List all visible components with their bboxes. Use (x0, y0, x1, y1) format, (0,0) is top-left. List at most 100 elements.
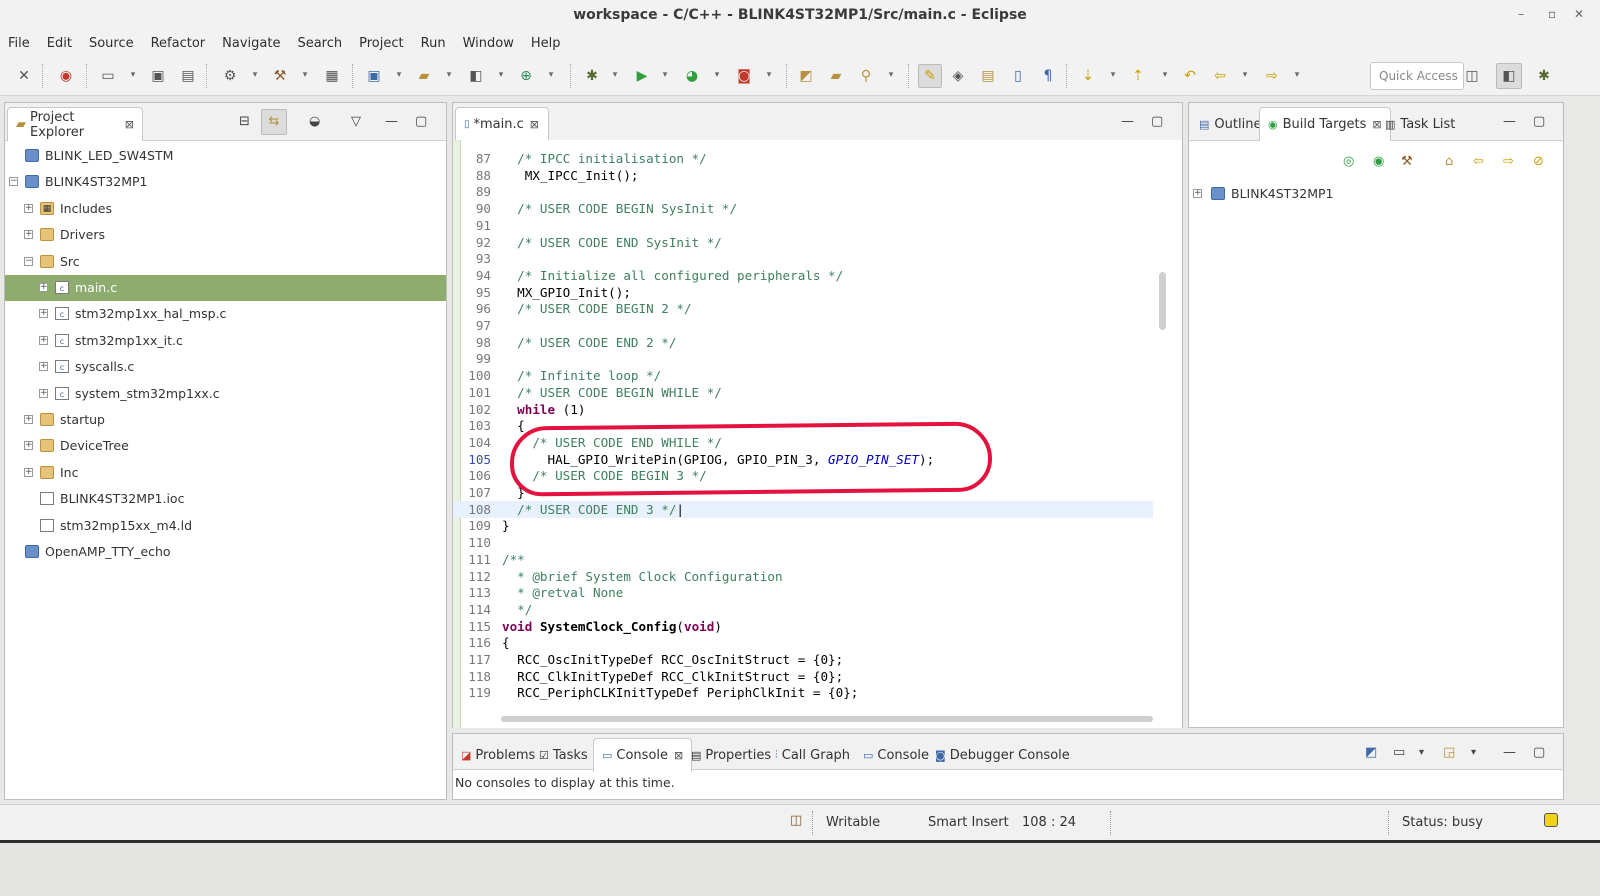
filters-icon[interactable]: ◒ (309, 115, 320, 129)
debug-perspective-icon[interactable]: ✱ (1536, 68, 1552, 84)
tree-item[interactable]: BLINK_LED_SW4STM (5, 143, 446, 169)
tree-item[interactable]: + c system_stm32mp1xx.c (5, 381, 446, 407)
new-file-icon[interactable]: ⊕ (518, 68, 534, 84)
menu-help[interactable]: Help (531, 36, 561, 51)
link-with-editor-icon[interactable]: ⇆ (261, 109, 287, 135)
chevron-down-icon[interactable]: ▾ (546, 70, 556, 82)
code-line[interactable]: 87 /* IPCC initialisation */ (453, 150, 1153, 167)
minimize-view-icon[interactable]: — (1503, 746, 1516, 760)
close-icon[interactable]: ⊠ (674, 749, 683, 762)
tree-item[interactable]: + c stm32mp1xx_it.c (5, 328, 446, 354)
vertical-scrollbar[interactable] (1159, 272, 1166, 330)
tree-item[interactable]: − Src (5, 249, 446, 275)
menu-search[interactable]: Search (297, 36, 342, 51)
chevron-down-icon[interactable]: ▾ (394, 70, 404, 82)
tree-item[interactable]: stm32mp15xx_m4.ld (5, 513, 446, 539)
chevron-down-icon[interactable]: ▾ (610, 70, 620, 82)
tab-properties[interactable]: ▤ Properties (683, 738, 779, 772)
close-window-button[interactable]: ✕ (1574, 0, 1584, 30)
search-icon[interactable]: ⚲ (858, 68, 874, 84)
progress-indicator-icon[interactable] (1544, 813, 1558, 827)
expand-icon[interactable]: + (39, 388, 48, 398)
new-folder-icon[interactable]: ▰ (416, 68, 432, 84)
view-menu-icon[interactable]: ▽ (351, 115, 361, 129)
code-line[interactable]: 115 void SystemClock_Config(void) (453, 618, 1153, 635)
tab-console-2[interactable]: ▭ Console (855, 738, 937, 772)
code-line[interactable]: 119 RCC_PeriphCLKInitTypeDef PeriphClkIn… (453, 684, 1153, 701)
tab-project-explorer[interactable]: ▰ Project Explorer ⊠ (7, 107, 143, 141)
minimize-view-icon[interactable]: — (1503, 115, 1516, 129)
menu-navigate[interactable]: Navigate (222, 36, 280, 51)
new-c-project-icon[interactable]: ▣ (366, 68, 382, 84)
open-perspective-icon[interactable]: ◫ (1464, 68, 1480, 84)
expand-icon[interactable]: + (39, 362, 48, 372)
menu-project[interactable]: Project (359, 36, 403, 51)
chevron-down-icon[interactable]: ▾ (1292, 70, 1302, 82)
pilcrow-icon[interactable]: ¶ (1040, 68, 1056, 84)
collapse-icon[interactable]: − (9, 177, 18, 187)
code-line[interactable]: 95 MX_GPIO_Init(); (453, 284, 1153, 301)
tab-tasks[interactable]: ☑ Tasks (531, 738, 596, 772)
code-editor[interactable]: 87 /* IPCC initialisation */88 MX_IPCC_I… (453, 140, 1182, 728)
code-line[interactable]: 112 * @brief System Clock Configuration (453, 568, 1153, 585)
mark-occurrences-icon[interactable]: ✎ (918, 64, 942, 88)
chevron-down-icon[interactable]: ▾ (444, 70, 454, 82)
chevron-down-icon[interactable]: ▾ (712, 70, 722, 82)
code-line[interactable]: 109} (453, 517, 1153, 534)
display-console-icon[interactable]: ▭ (1393, 746, 1405, 760)
code-line[interactable]: 117 RCC_OscInitTypeDef RCC_OscInitStruct… (453, 651, 1153, 668)
code-line[interactable]: 98 /* USER CODE END 2 */ (453, 334, 1153, 351)
build-hammer-icon[interactable]: ⚒ (1401, 155, 1413, 169)
menu-run[interactable]: Run (421, 36, 446, 51)
build-target-icon[interactable]: ◎ (1343, 155, 1354, 169)
code-line[interactable]: 93 (453, 250, 1153, 267)
tab-build-targets[interactable]: ◉ Build Targets ⊠ (1259, 107, 1391, 141)
new-class-icon[interactable]: ◧ (468, 68, 484, 84)
code-line[interactable]: 102 while (1) (453, 401, 1153, 418)
close-icon[interactable]: ⊠ (530, 118, 539, 131)
forward-icon[interactable]: ⇨ (1264, 68, 1280, 84)
home-icon[interactable]: ⌂ (1445, 155, 1453, 169)
code-line[interactable]: 118 RCC_ClkInitTypeDef RCC_ClkInitStruct… (453, 668, 1153, 685)
maximize-view-icon[interactable]: ▢ (1151, 115, 1163, 129)
collapse-icon[interactable]: − (24, 256, 33, 266)
binary-icon[interactable]: ▦ (324, 68, 340, 84)
debug-bug-icon[interactable]: ✱ (584, 68, 600, 84)
run-config-icon[interactable]: ◕ (684, 68, 700, 84)
menu-file[interactable]: File (8, 36, 30, 51)
chevron-down-icon[interactable]: ▾ (128, 70, 138, 82)
hide-empty-icon[interactable]: ⊘ (1533, 155, 1544, 169)
expand-icon[interactable]: + (24, 203, 33, 213)
menu-edit[interactable]: Edit (47, 36, 72, 51)
expand-icon[interactable]: + (39, 283, 48, 292)
code-line[interactable]: 116 { (453, 634, 1153, 651)
close-icon[interactable]: ⊠ (125, 118, 134, 131)
tree-item[interactable]: + Drivers (5, 222, 446, 248)
expand-icon[interactable]: + (24, 230, 33, 240)
code-line[interactable]: 108 /* USER CODE END 3 */| (453, 500, 1153, 518)
code-line[interactable]: 110 (453, 534, 1153, 551)
code-line[interactable]: 91 (453, 217, 1153, 234)
tab-problems[interactable]: ◪ Problems (453, 738, 543, 772)
restore-button[interactable]: ▫ (1548, 0, 1556, 30)
code-line[interactable]: 97 (453, 317, 1153, 334)
tree-item[interactable]: + Inc (5, 460, 446, 486)
code-line[interactable]: 113 * @retval None (453, 584, 1153, 601)
tab-call-graph[interactable]: ⫶ Call Graph (767, 738, 858, 772)
chevron-down-icon[interactable]: ▾ (764, 70, 774, 82)
menu-window[interactable]: Window (463, 36, 514, 51)
chevron-down-icon[interactable]: ▾ (496, 70, 506, 82)
toggle-breadcrumb-icon[interactable]: ◈ (950, 68, 966, 84)
build-target-item[interactable]: + BLINK4ST32MP1 (1189, 181, 1559, 207)
tree-item[interactable]: + c syscalls.c (5, 354, 446, 380)
menu-refactor[interactable]: Refactor (151, 36, 206, 51)
tree-item[interactable]: OpenAMP_TTY_echo (5, 539, 446, 565)
expand-icon[interactable]: + (24, 415, 33, 424)
code-line[interactable]: 100 /* Infinite loop */ (453, 367, 1153, 384)
open-type-icon[interactable]: ◩ (798, 68, 814, 84)
tab-console[interactable]: ▭ Console ⊠ (593, 738, 693, 772)
tree-item[interactable]: + c stm32mp1xx_hal_msp.c (5, 301, 446, 327)
new-console-icon[interactable]: ◲ (1443, 746, 1455, 760)
show-whitespace-icon[interactable]: ▯ (1010, 68, 1026, 84)
expand-icon[interactable]: + (39, 309, 48, 319)
